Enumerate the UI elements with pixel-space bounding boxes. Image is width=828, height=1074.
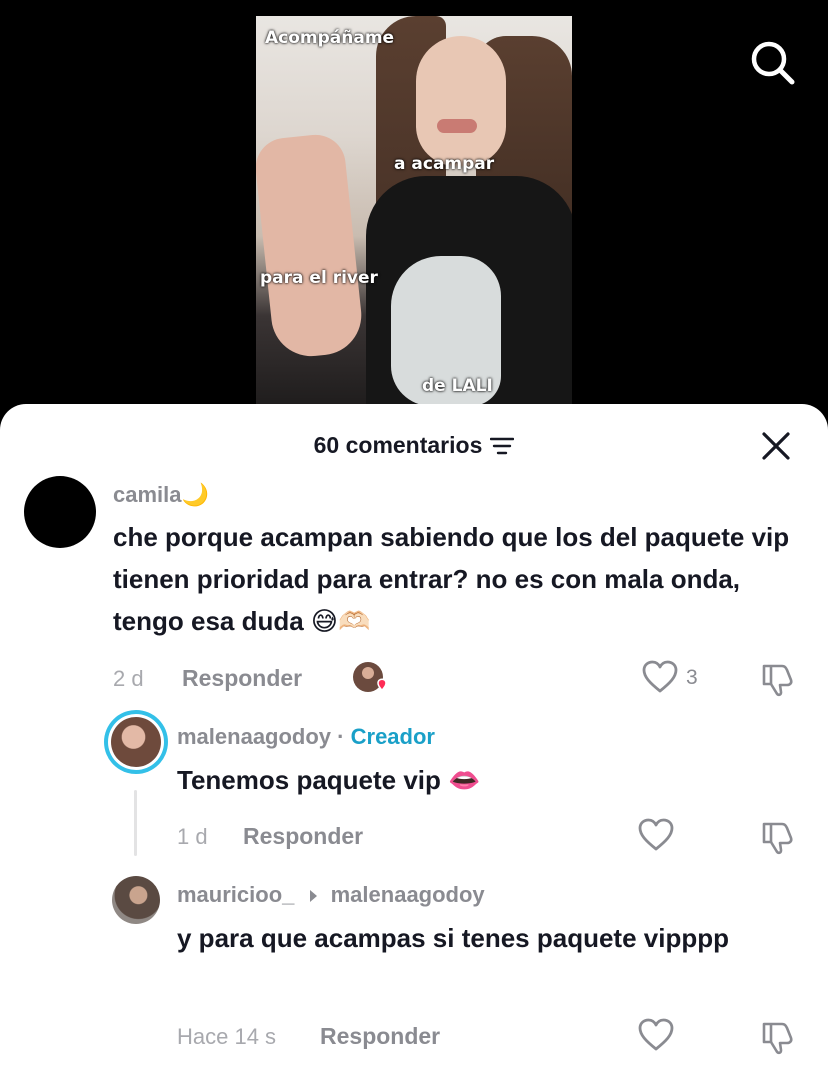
creator-badge: Creador <box>350 724 435 749</box>
creator-liked-indicator <box>352 660 390 696</box>
dislike-button[interactable] <box>760 1018 796 1056</box>
dislike-icon <box>762 822 793 855</box>
heart-icon <box>638 1018 674 1051</box>
search-icon <box>751 41 795 85</box>
reply-to-username[interactable]: malenaagodoy <box>331 882 485 907</box>
comment-username-row: mauricioo_ malenaagodoy <box>177 882 485 908</box>
comment-text: Tenemos paquete vip 👄 <box>177 765 481 795</box>
reply-arrow-icon <box>309 890 317 903</box>
video-caption-line-3: para el river <box>260 268 378 288</box>
avatar-photo <box>111 717 161 767</box>
comment-text: y para que acampas si tenes paquete vipp… <box>177 923 729 953</box>
like-button[interactable] <box>642 660 678 694</box>
dislike-icon <box>762 664 793 697</box>
comment-timestamp: Hace 14 s <box>177 1024 277 1049</box>
reply-button[interactable]: Responder <box>243 823 363 850</box>
video-caption-line-2: a acampar <box>394 154 495 174</box>
creator-avatar-icon <box>353 662 387 692</box>
username-separator: · <box>337 724 345 749</box>
avatar[interactable] <box>104 710 168 774</box>
dislike-button[interactable] <box>760 818 796 856</box>
close-icon <box>762 432 790 460</box>
comment-timestamp: 1 d <box>177 824 208 849</box>
filter-icon[interactable] <box>490 436 515 456</box>
comment-count-wrap: 60 comentarios <box>314 432 515 459</box>
video-caption-line-4: de LALI <box>422 376 493 396</box>
thread-line <box>134 790 137 856</box>
comment-username[interactable]: camila🌙 <box>113 482 209 508</box>
search-button[interactable] <box>748 38 796 86</box>
reply-button[interactable]: Responder <box>182 665 302 692</box>
heart-icon <box>642 660 678 693</box>
comment-username[interactable]: malenaagodoy <box>177 724 331 749</box>
video-player[interactable]: Acompáñame a acampar para el river de LA… <box>256 16 572 416</box>
avatar-ring <box>108 714 164 770</box>
video-scene-hand <box>256 131 366 361</box>
comment-timestamp: 2 d <box>113 666 144 691</box>
dislike-button[interactable] <box>760 660 796 698</box>
comment-count-label: 60 comentarios <box>313 432 483 458</box>
avatar[interactable] <box>24 476 96 548</box>
comment-username-row: malenaagodoy · Creador <box>177 724 435 750</box>
video-caption-line-1: Acompáñame <box>265 28 395 48</box>
comments-sheet: 60 comentarios camila🌙 che porque acampa… <box>0 404 828 1074</box>
like-count: 3 <box>686 666 698 689</box>
comments-header: 60 comentarios <box>0 404 828 480</box>
video-scene-face <box>416 36 506 166</box>
close-button[interactable] <box>758 428 794 464</box>
reply-button[interactable]: Responder <box>320 1023 440 1050</box>
heart-icon <box>638 818 674 851</box>
video-scene-lips <box>437 119 477 133</box>
comment-count-row: 60 comentarios <box>0 432 828 459</box>
dislike-icon <box>762 1022 793 1055</box>
like-button[interactable] <box>638 1018 674 1052</box>
comment-username[interactable]: mauricioo_ <box>177 882 294 907</box>
comment-text: che porque acampan sabiendo que los del … <box>113 522 790 636</box>
avatar[interactable] <box>112 876 160 924</box>
like-button[interactable] <box>638 818 674 852</box>
